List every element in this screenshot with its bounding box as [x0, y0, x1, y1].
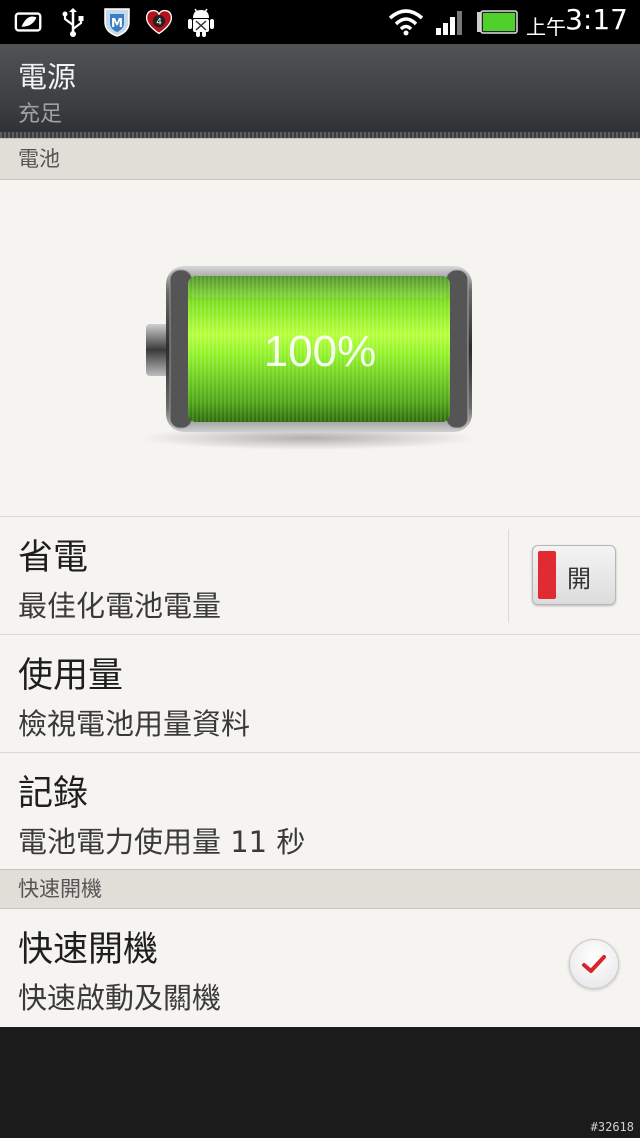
- battery-percent-label: 100%: [264, 327, 377, 376]
- fastboot-row[interactable]: 快速開機 快速啟動及關機: [0, 909, 640, 1027]
- page-title: 電源: [18, 60, 77, 94]
- status-ampm: 上午: [526, 15, 566, 39]
- battery-level-icon: 100%: [138, 266, 478, 450]
- power-saver-title: 省電: [18, 538, 89, 578]
- android-debug-icon: [186, 7, 216, 37]
- section-header-fastboot: 快速開機: [0, 869, 640, 909]
- usage-row[interactable]: 使用量 檢視電池用量資料: [0, 634, 640, 752]
- section-label: 電池: [18, 147, 60, 171]
- fastboot-subtitle: 快速啟動及關機: [18, 981, 222, 1015]
- history-title: 記錄: [18, 774, 89, 814]
- page-subtitle: 充足: [18, 102, 63, 127]
- usb-icon: [58, 7, 88, 37]
- checkmark-icon: [582, 955, 606, 973]
- power-saver-row[interactable]: 省電 最佳化電池電量 開: [0, 516, 640, 634]
- notification-badge-icon: 4: [144, 7, 174, 37]
- section-header-battery: 電池: [0, 138, 640, 180]
- status-bar: M 4 上午 3:17: [0, 0, 640, 44]
- toggle-divider: [508, 529, 509, 623]
- empty-area: [0, 1027, 640, 1138]
- settings-screen: M 4 上午 3:17 電源 充足 電池 100% 省電 最佳化電池電量 開 使…: [0, 0, 640, 1138]
- section-label: 快速開機: [18, 877, 102, 901]
- fastboot-checkbox[interactable]: [569, 939, 619, 989]
- mcafee-shield-icon: M: [102, 7, 132, 37]
- usage-subtitle: 檢視電池用量資料: [18, 707, 251, 741]
- fastboot-title: 快速開機: [18, 930, 159, 970]
- battery-graphic: 100%: [0, 180, 640, 516]
- status-time: 3:17: [565, 3, 628, 36]
- toggle-on-indicator: [538, 551, 556, 599]
- svg-text:M: M: [111, 16, 123, 30]
- usage-title: 使用量: [18, 656, 124, 696]
- signal-icon: [434, 7, 466, 37]
- watermark: #32618: [590, 1120, 634, 1134]
- battery-full-icon: [476, 7, 518, 37]
- toggle-label: 開: [567, 565, 591, 593]
- history-subtitle: 電池電力使用量 11 秒: [18, 825, 306, 859]
- history-row[interactable]: 記錄 電池電力使用量 11 秒: [0, 752, 640, 870]
- leaf-battery-icon: [14, 7, 44, 37]
- svg-text:4: 4: [156, 18, 162, 28]
- page-header: 電源 充足: [0, 44, 640, 138]
- power-saver-subtitle: 最佳化電池電量: [18, 589, 222, 623]
- power-saver-toggle[interactable]: 開: [532, 545, 616, 605]
- wifi-icon: [388, 7, 424, 37]
